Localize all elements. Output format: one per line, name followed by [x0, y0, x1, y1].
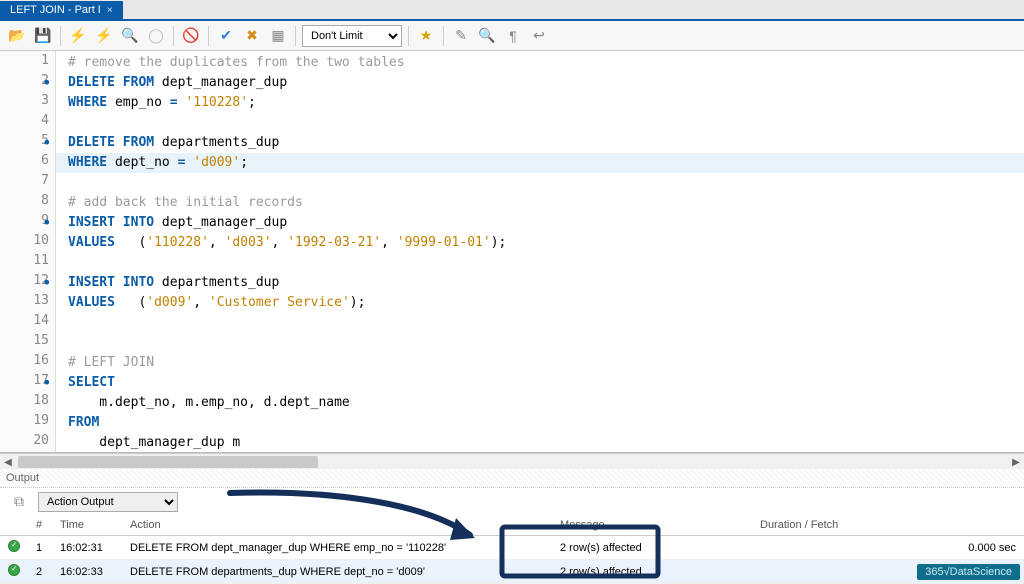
line-number: 7	[0, 173, 55, 193]
invisible-icon[interactable]: ¶	[502, 25, 524, 47]
rollback-icon[interactable]: ✖	[241, 25, 263, 47]
execute-step-icon[interactable]: ⚡	[93, 25, 115, 47]
cell-message: 2 row(s) affected	[552, 560, 752, 584]
code-line[interactable]: VALUES ('d009', 'Customer Service');	[56, 293, 1024, 313]
code-line[interactable]: FROM	[56, 413, 1024, 433]
code-line[interactable]	[56, 173, 1024, 193]
code-area[interactable]: # remove the duplicates from the two tab…	[56, 51, 1024, 452]
line-number: 12	[0, 273, 55, 293]
scroll-right-icon[interactable]: ▶	[1008, 454, 1024, 471]
code-line[interactable]: dept_manager_dup m	[56, 433, 1024, 452]
toolbar-sep	[443, 26, 444, 46]
code-line[interactable]: # LEFT JOIN	[56, 353, 1024, 373]
cell-time: 16:02:31	[52, 536, 122, 560]
close-icon[interactable]: ×	[107, 5, 113, 16]
stop-icon[interactable]: ◯	[145, 25, 167, 47]
toggle-off-icon[interactable]: 🚫	[180, 25, 202, 47]
output-row[interactable]: 216:02:33DELETE FROM departments_dup WHE…	[0, 560, 1024, 584]
line-number: 18	[0, 393, 55, 413]
status-ok-icon	[8, 540, 20, 552]
execute-icon[interactable]: ⚡	[67, 25, 89, 47]
toolbar-sep	[408, 26, 409, 46]
output-panel-label: Output	[0, 469, 1024, 488]
line-number: 14	[0, 313, 55, 333]
code-line[interactable]	[56, 253, 1024, 273]
wrap-icon[interactable]: ↩	[528, 25, 550, 47]
beautify-icon[interactable]: ✎	[450, 25, 472, 47]
line-number: 1	[0, 53, 55, 73]
output-row[interactable]: 116:02:31DELETE FROM dept_manager_dup WH…	[0, 536, 1024, 560]
code-line[interactable]	[56, 313, 1024, 333]
toolbar-sep	[60, 26, 61, 46]
code-line[interactable]: DELETE FROM dept_manager_dup	[56, 73, 1024, 93]
code-line[interactable]	[56, 113, 1024, 133]
line-number: 19	[0, 413, 55, 433]
line-number: 2	[0, 73, 55, 93]
tab-title: LEFT JOIN - Part I	[10, 4, 101, 16]
line-number: 10	[0, 233, 55, 253]
cell-time: 16:02:33	[52, 560, 122, 584]
cell-duration: 0.000 sec	[752, 536, 1024, 560]
line-number: 20	[0, 433, 55, 453]
open-file-icon[interactable]: 📂	[6, 25, 28, 47]
col-num: #	[28, 515, 52, 536]
line-number: 17	[0, 373, 55, 393]
code-line[interactable]: INSERT INTO dept_manager_dup	[56, 213, 1024, 233]
line-number: 4	[0, 113, 55, 133]
code-line[interactable]: DELETE FROM departments_dup	[56, 133, 1024, 153]
code-line[interactable]: # add back the initial records	[56, 193, 1024, 213]
line-number: 8	[0, 193, 55, 213]
cell-num: 2	[28, 560, 52, 584]
toolbar-sep	[173, 26, 174, 46]
code-line[interactable]: WHERE dept_no = 'd009';	[56, 153, 1024, 173]
explain-icon[interactable]: 🔍	[119, 25, 141, 47]
scroll-left-icon[interactable]: ◀	[0, 454, 16, 471]
cell-action: DELETE FROM dept_manager_dup WHERE emp_n…	[122, 536, 552, 560]
output-type-select[interactable]: Action Output	[38, 492, 178, 512]
output-copy-icon[interactable]: ⧉	[8, 491, 30, 513]
code-line[interactable]: INSERT INTO departments_dup	[56, 273, 1024, 293]
col-time: Time	[52, 515, 122, 536]
cell-num: 1	[28, 536, 52, 560]
line-number: 3	[0, 93, 55, 113]
limit-select[interactable]: Don't Limit	[302, 25, 402, 47]
toolbar-sep	[208, 26, 209, 46]
col-action: Action	[122, 515, 552, 536]
favorite-icon[interactable]: ★	[415, 25, 437, 47]
commit-icon[interactable]: ✔	[215, 25, 237, 47]
cell-action: DELETE FROM departments_dup WHERE dept_n…	[122, 560, 552, 584]
save-icon[interactable]: 💾	[32, 25, 54, 47]
toolbar: 📂 💾 ⚡ ⚡ 🔍 ◯ 🚫 ✔ ✖ ▦ Don't Limit ★ ✎ 🔍 ¶ …	[0, 21, 1024, 51]
code-line[interactable]: WHERE emp_no = '110228';	[56, 93, 1024, 113]
col-message: Message	[552, 515, 752, 536]
col-duration: Duration / Fetch	[752, 515, 1024, 536]
code-line[interactable]: m.dept_no, m.emp_no, d.dept_name	[56, 393, 1024, 413]
line-number: 15	[0, 333, 55, 353]
watermark: 365√DataScience	[917, 564, 1020, 580]
cell-message: 2 row(s) affected	[552, 536, 752, 560]
code-line[interactable]: VALUES ('110228', 'd003', '1992-03-21', …	[56, 233, 1024, 253]
line-number: 16	[0, 353, 55, 373]
autocommit-icon[interactable]: ▦	[267, 25, 289, 47]
status-ok-icon	[8, 564, 20, 576]
line-number: 9	[0, 213, 55, 233]
line-number: 5	[0, 133, 55, 153]
scroll-thumb[interactable]	[18, 456, 318, 468]
horizontal-scrollbar[interactable]: ◀ ▶	[0, 453, 1024, 469]
tab-bar: LEFT JOIN - Part I ×	[0, 0, 1024, 21]
code-line[interactable]	[56, 333, 1024, 353]
output-grid: # Time Action Message Duration / Fetch 1…	[0, 515, 1024, 584]
code-line[interactable]: # remove the duplicates from the two tab…	[56, 53, 1024, 73]
code-line[interactable]: SELECT	[56, 373, 1024, 393]
tab-query[interactable]: LEFT JOIN - Part I ×	[0, 1, 123, 19]
line-gutter: 123456789101112131415161718192021	[0, 51, 56, 452]
output-toolbar: ⧉ Action Output	[0, 488, 1024, 515]
line-number: 13	[0, 293, 55, 313]
line-number: 6	[0, 153, 55, 173]
sql-editor[interactable]: 123456789101112131415161718192021 # remo…	[0, 51, 1024, 453]
toolbar-sep	[295, 26, 296, 46]
search-icon[interactable]: 🔍	[476, 25, 498, 47]
line-number: 11	[0, 253, 55, 273]
